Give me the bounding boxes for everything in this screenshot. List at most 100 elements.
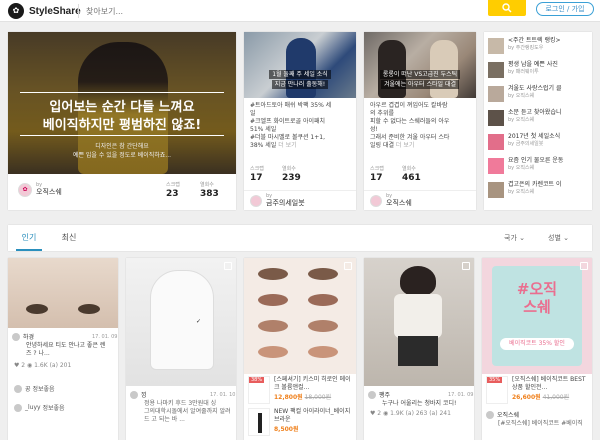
scraps-count: 17 (250, 173, 263, 183)
nike-logo-icon: ✓ (196, 318, 202, 325)
ranking-item[interactable]: 겨울도 사랑스럽기 클 by 오직스쉐 (488, 84, 588, 104)
logo[interactable]: ✿ StyleShare (8, 3, 81, 19)
login-signup-button[interactable]: 로그인 / 가입 (536, 2, 594, 16)
eye-swatch (308, 268, 338, 280)
post-date: 17. 01. 10 (210, 392, 236, 398)
outer-battle-stats: 스크랩 17 열회수 461 (370, 166, 434, 184)
feed-post-card[interactable]: 38% [스페셔기] 키스미 히로인 메이크 볼륨앤컬... 12,800원 1… (244, 258, 356, 440)
ranking-item[interactable]: 평생 남을 예쁜 사진 by 패러웨이투 (488, 60, 588, 80)
ranking-item[interactable]: 겹고은의 카렌코트 이 by 오직스쉐 (488, 180, 588, 200)
post-author[interactable]: 팽주 (368, 390, 390, 399)
eye-swatch (308, 346, 338, 358)
more-link[interactable]: 더 보기 (278, 142, 296, 149)
product-name[interactable]: [오직스쉐] 베이직코트 BEST 상품 할인전... (512, 376, 590, 392)
avatar (12, 332, 20, 341)
ranking-sidebar: <주간 트트렉 랭킹> by 주간랭킹도우 평생 남을 예쁜 사진 by 패러웨이투… (484, 32, 592, 210)
product-price-row: 26,600원 41,000원 (512, 394, 569, 402)
ranking-title: 겹고은의 카렌코트 이 (508, 181, 562, 188)
search-icon (502, 3, 512, 13)
featured-card[interactable]: 입어보는 순간 다들 느껴요 베이직하지만 평범하진 않죠! 디자인은 참 간단… (8, 32, 236, 210)
scraps-label: 스크랩 (370, 166, 384, 172)
post-image (244, 258, 356, 374)
tab-popular[interactable]: 인기 (16, 225, 42, 251)
ranking-item[interactable]: <주간 트트렉 랭킹> by 주간랭킹도우 (488, 36, 588, 56)
product-price: 12,800원 (274, 394, 303, 401)
outer-battle-body: 아우르 겹겹이 껴입어도 칼바람 의 추위를 피할 수 없다는 스쉐러들의 아우… (370, 102, 472, 150)
post-text-line: 그의대학시돌에서 알여줄까지 알려 (144, 408, 231, 415)
feed-post-card[interactable]: ✓ 낑 17. 01. 10 정용 나마키 후드 3만원대 싱 그의대학시돌에서… (126, 258, 236, 440)
post-text-line: 즈 ? 나... (26, 350, 50, 357)
views-label: 열회수 (282, 166, 296, 172)
ranking-thumbnail (488, 110, 504, 126)
comment: _luyy 정보좋음 (14, 403, 65, 412)
featured-line-top (20, 92, 224, 93)
ranking-item[interactable]: 소문 듣고 찾아왔습니 by 오직스쉐 (488, 108, 588, 128)
post-author[interactable]: 오직스쉐 (486, 410, 519, 419)
featured-title-line2: 베이직하지만 평범하진 않죠! (42, 118, 202, 133)
avatar (486, 410, 494, 419)
post-author[interactable]: 낑 (130, 390, 147, 399)
ranking-author: by 주간랭킹도우 (508, 45, 544, 51)
ranking-thumbnail (488, 182, 504, 198)
feed-post-card[interactable]: 하경 17. 01. 09 안녕하세요 티도 안나고 좋은 렌 즈 ? 나...… (8, 258, 118, 440)
product-name[interactable]: NEW 팩컬 아이라이너_베이지브라운 (274, 408, 354, 424)
gender-filter[interactable]: 성별 ⌄ (548, 230, 569, 246)
search-button[interactable] (488, 0, 526, 16)
views-count: 383 (200, 189, 219, 199)
top-header: ✿ StyleShare 로그인 / 가입 (0, 0, 600, 22)
shares-count: (a) 263 (405, 410, 428, 417)
ranking-author: by 오직스쉐 (508, 189, 535, 195)
multi-image-icon (580, 262, 588, 270)
outer-battle-author[interactable]: by 오직스쉐 (370, 193, 412, 208)
tab-recent[interactable]: 최신 (56, 225, 82, 251)
sale-news-author[interactable]: by 금주의세일붓 (250, 193, 305, 208)
author-name: 오직스쉐 (386, 199, 412, 207)
views-count: 239 (282, 173, 301, 183)
gender-filter-label: 성별 (548, 234, 561, 242)
scraps-label: 스크랩 (250, 166, 264, 172)
author-name: 팽주 (379, 392, 391, 399)
ranking-title: <주간 트트렉 랭킹> (508, 37, 561, 44)
ranking-author: by 오직스쉐 (508, 165, 535, 171)
featured-author[interactable]: ✿ by 오직스쉐 (18, 182, 62, 197)
ranking-item[interactable]: 요즘 인기 물오른 운동 by 오직스쉐 (488, 156, 588, 176)
product-price: 26,600원 (512, 394, 541, 401)
body-line: 아우르 겹겹이 껴입어도 칼바람 (370, 102, 448, 109)
featured-subtitle-line1: 디자인은 참 간단해요 (95, 143, 149, 150)
post-author[interactable]: 하경 (12, 332, 34, 341)
scraps-count: 17 (370, 173, 383, 183)
post-image: #오직 스쉐 베이직코트 35% 할인 (482, 258, 592, 374)
sale-badge: 35% (487, 377, 503, 383)
ranking-thumbnail (488, 134, 504, 150)
sale-news-stats: 스크랩 17 열회수 239 (250, 166, 314, 184)
avatar (370, 194, 382, 207)
promo-title-line1: #오직 (516, 280, 558, 298)
extra-count: (a) 241 (429, 410, 451, 417)
outer-battle-card[interactable]: 롱롱이 떠난 VS고급진 두스틱 겨울에는 아우터 스타일 대결 아우르 겹겹이… (364, 32, 476, 210)
ranking-item[interactable]: 2017년 첫 세일소식 by 금주의세일붓 (488, 132, 588, 152)
views-label: 열회수 (402, 166, 416, 172)
model-top (394, 294, 442, 338)
post-text: [#오직스쉐] 베이직코트 #베이직 (498, 420, 583, 427)
views-label: 열회수 (200, 182, 214, 188)
comment: 꿍 정보좋음 (14, 384, 55, 393)
post-image (8, 258, 118, 328)
ranking-thumbnail (488, 62, 504, 78)
ranking-title: 평생 남을 예쁜 사진 (508, 61, 558, 68)
more-link[interactable]: 더 보기 (396, 142, 414, 149)
comment-author: _luyy (25, 404, 41, 411)
post-image (364, 258, 474, 386)
feed-post-card[interactable]: #오직 스쉐 베이직코트 35% 할인 35% [오직스쉐] 베이직코트 BES… (482, 258, 592, 440)
body-line: 51% 세일 (250, 126, 277, 133)
sale-news-card[interactable]: 1월 둘째 주 세일 소식 지금 만나러 출동해! #트아드토아 매쉬 박팩 3… (244, 32, 356, 210)
promo-badge: 베이직코트 35% 할인 (500, 338, 574, 350)
product-name[interactable]: [스페셔기] 키스미 히로인 메이크 볼륨앤컬... (274, 376, 354, 392)
comments-count: ◉ 1.6K (27, 362, 48, 369)
country-filter[interactable]: 국가 ⌄ (504, 230, 525, 246)
ranking-author: by 패러웨이투 (508, 69, 539, 75)
author-name: 금주의세일붓 (266, 199, 305, 207)
scraps-count: 23 (166, 189, 179, 199)
search-input[interactable] (86, 4, 476, 18)
ranking-author: by 오직스쉐 (508, 117, 535, 123)
feed-post-card[interactable]: 팽주 17. 01. 09 누구나 어울리는 청바지 코디! ♥ 2 ◉ 1.9… (364, 258, 474, 440)
